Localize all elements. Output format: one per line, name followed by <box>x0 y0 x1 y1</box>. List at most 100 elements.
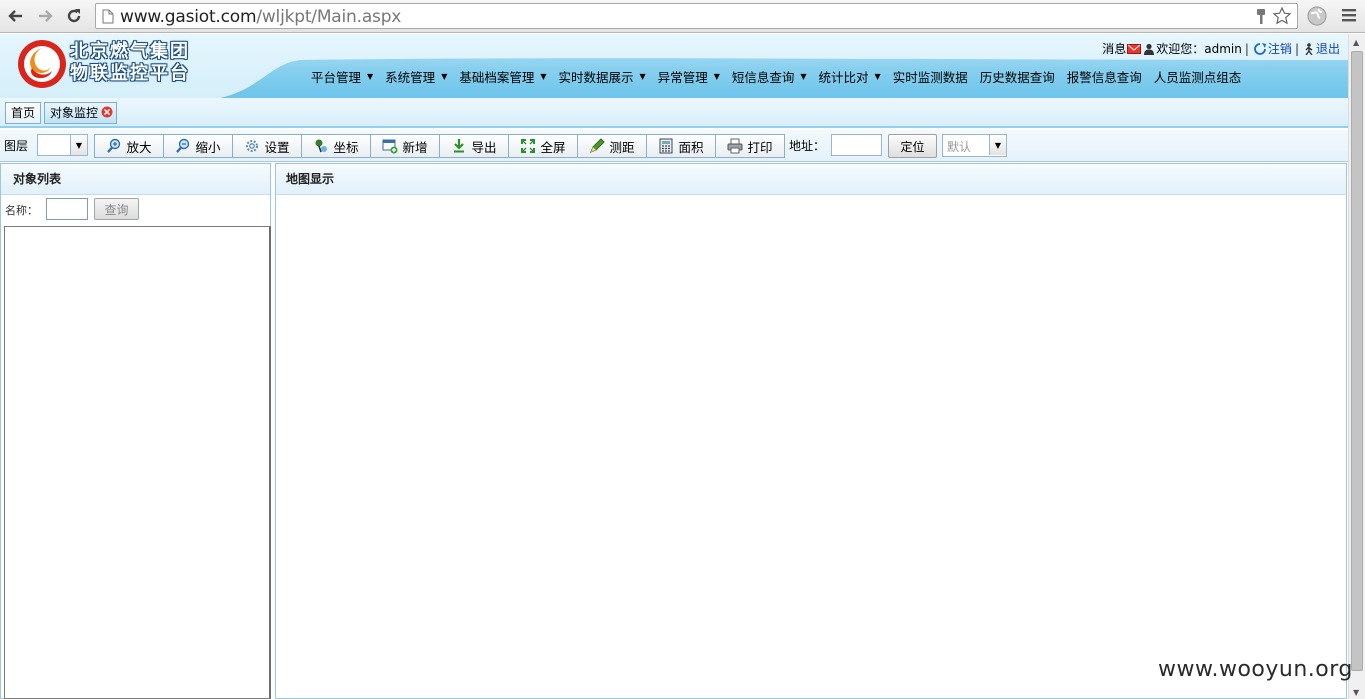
layer-select[interactable]: ▼ <box>37 134 88 156</box>
export-button[interactable]: 导出 <box>440 135 509 157</box>
menu-item-6[interactable]: 统计比对 ▼ <box>819 67 881 86</box>
browser-toolbar: www.gasiot.com/wljkpt/Main.aspx <box>0 0 1365 33</box>
zoom-in-button[interactable]: 放大 <box>95 135 164 157</box>
coordinate-pin-icon <box>315 139 328 153</box>
app-header: 北京燃气集团 物联监控平台 消息 欢迎您：admin | 注销 | 退出 平台管… <box>0 34 1348 98</box>
menu-item-label: 基础档案管理 <box>459 70 535 85</box>
export-label: 导出 <box>471 139 497 155</box>
fullscreen-label: 全屏 <box>540 139 566 155</box>
zoom-out-label: 缩小 <box>195 139 221 155</box>
logout-link[interactable]: 注销 <box>1268 40 1292 57</box>
add-window-icon <box>382 139 398 154</box>
menu-item-label: 统计比对 <box>818 70 869 85</box>
layer-label: 图层 <box>4 139 29 153</box>
zoom-out-button[interactable]: 缩小 <box>164 135 233 157</box>
menu-item-label: 异常管理 <box>657 70 708 85</box>
zoom-in-icon <box>107 138 121 153</box>
welcome-text: 欢迎您：admin <box>1156 42 1242 56</box>
menu-item-7[interactable]: 实时监测数据 <box>893 67 968 86</box>
map-toolbar: 图层 ▼ 放大 缩小 设置 坐标 新增 导出 全屏 测距 面积 打印 地址： 定… <box>0 130 1348 162</box>
scrollbar-thumb[interactable] <box>1351 51 1363 671</box>
caret-down-icon: ▼ <box>639 72 646 81</box>
name-search-input[interactable] <box>46 198 88 220</box>
caret-down-icon: ▼ <box>540 72 547 81</box>
logout-icon[interactable] <box>1253 42 1267 55</box>
browser-menu-icon[interactable] <box>1341 7 1357 23</box>
menu-item-label: 平台管理 <box>311 70 362 85</box>
measure-distance-button[interactable]: 测距 <box>578 135 647 157</box>
tab-object-monitor[interactable]: 对象监控 <box>44 102 118 124</box>
chevron-down-icon[interactable]: ▼ <box>70 135 87 155</box>
mail-icon[interactable] <box>1127 43 1142 55</box>
add-label: 新增 <box>402 139 428 155</box>
exit-person-icon[interactable] <box>1303 42 1315 55</box>
menu-item-5[interactable]: 短信息查询 ▼ <box>732 67 807 86</box>
key-icon[interactable] <box>1255 8 1267 25</box>
close-tab-icon[interactable] <box>101 106 113 118</box>
address-input[interactable] <box>831 134 882 156</box>
menu-item-0[interactable]: 平台管理 ▼ <box>311 67 373 86</box>
watermark-text: www.wooyun.org <box>1158 657 1353 682</box>
area-button[interactable]: 面积 <box>647 135 716 157</box>
fullscreen-icon <box>521 139 536 153</box>
menu-item-8[interactable]: 历史数据查询 <box>980 67 1055 86</box>
locate-button[interactable]: 定位 <box>888 134 937 158</box>
area-label: 面积 <box>678 139 704 155</box>
page-icon <box>102 9 114 24</box>
logo-title: 北京燃气集团 物联监控平台 <box>70 41 190 84</box>
page-scrollbar[interactable]: ▲ ▼ <box>1348 34 1365 699</box>
zoom-out-icon <box>176 138 190 153</box>
top-user-links: 消息 欢迎您：admin | 注销 | 退出 <box>1102 40 1340 57</box>
reload-button[interactable] <box>62 5 86 27</box>
tab-home[interactable]: 首页 <box>5 102 42 124</box>
print-button[interactable]: 打印 <box>716 135 784 157</box>
name-label: 名称： <box>5 204 38 217</box>
caret-down-icon: ▼ <box>800 72 807 81</box>
print-label: 打印 <box>747 139 773 155</box>
coordinate-label: 坐标 <box>333 139 359 155</box>
caret-down-icon: ▼ <box>713 72 720 81</box>
menu-item-label: 实时数据展示 <box>558 70 634 85</box>
calculator-icon <box>659 138 673 154</box>
url-text: www.gasiot.com/wljkpt/Main.aspx <box>120 7 402 27</box>
forward-button[interactable] <box>33 5 57 27</box>
menu-item-2[interactable]: 基础档案管理 ▼ <box>459 67 546 86</box>
printer-icon <box>727 138 743 154</box>
query-button[interactable]: 查询 <box>94 198 139 220</box>
map-canvas[interactable] <box>276 196 1346 698</box>
menu-item-9[interactable]: 报警信息查询 <box>1067 67 1142 86</box>
caret-down-icon: ▼ <box>441 72 448 81</box>
menu-item-3[interactable]: 实时数据展示 ▼ <box>559 67 646 86</box>
add-button[interactable]: 新增 <box>371 135 440 157</box>
globe-icon[interactable] <box>1306 5 1328 27</box>
menu-item-label: 人员监测点组态 <box>1153 70 1242 85</box>
gear-icon <box>246 140 259 152</box>
exit-link[interactable]: 退出 <box>1316 40 1340 57</box>
menu-item-label: 历史数据查询 <box>979 70 1055 85</box>
object-list-box[interactable] <box>4 226 271 699</box>
style-select[interactable]: 默认 ▼ <box>942 134 1007 157</box>
scroll-up-arrow-icon[interactable]: ▲ <box>1353 38 1359 47</box>
settings-label: 设置 <box>264 139 290 155</box>
message-label[interactable]: 消息 <box>1102 40 1126 57</box>
style-select-value: 默认 <box>947 140 972 154</box>
caret-down-icon: ▼ <box>874 72 881 81</box>
object-list-panel: 对象列表 名称： 查询 <box>0 163 271 699</box>
scroll-down-arrow-icon[interactable]: ▼ <box>1353 688 1359 697</box>
menu-item-1[interactable]: 系统管理 ▼ <box>385 67 447 86</box>
download-arrow-icon <box>454 139 465 153</box>
settings-button[interactable]: 设置 <box>233 135 302 157</box>
menu-item-10[interactable]: 人员监测点组态 <box>1154 67 1242 86</box>
caret-down-icon: ▼ <box>367 72 374 81</box>
tab-strip: 首页 对象监控 <box>0 98 1348 128</box>
menu-item-4[interactable]: 异常管理 ▼ <box>658 67 720 86</box>
chevron-down-icon[interactable]: ▼ <box>989 135 1006 155</box>
pencil-ruler-icon <box>590 138 606 153</box>
fullscreen-button[interactable]: 全屏 <box>509 135 578 157</box>
back-button[interactable] <box>4 5 28 27</box>
coordinate-button[interactable]: 坐标 <box>302 135 371 157</box>
map-display-panel: 地图显示 <box>275 163 1347 699</box>
address-bar[interactable]: www.gasiot.com/wljkpt/Main.aspx <box>95 3 1298 29</box>
bookmark-star-icon[interactable] <box>1272 6 1292 26</box>
back-arrow-icon <box>8 10 22 22</box>
